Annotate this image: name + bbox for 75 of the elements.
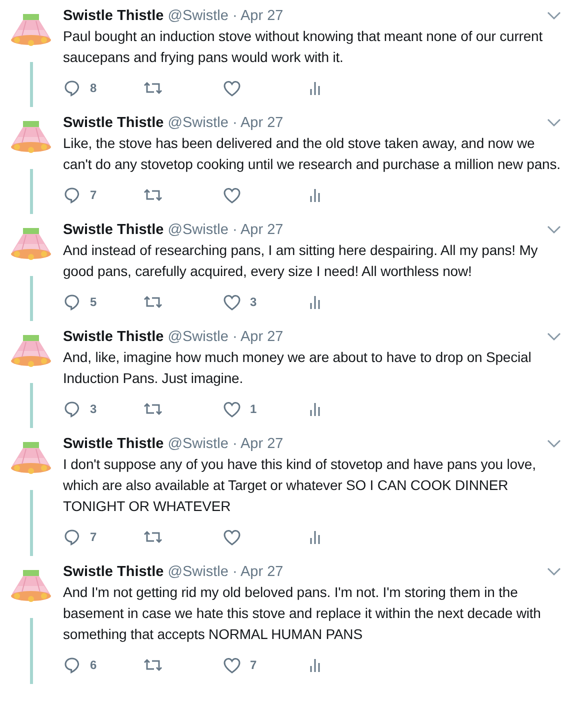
- reply-button[interactable]: 7: [63, 186, 97, 204]
- reply-button[interactable]: 3: [63, 400, 97, 418]
- tweet-date[interactable]: Apr 27: [240, 8, 284, 24]
- separator-dot: ·: [231, 222, 238, 238]
- reply-button[interactable]: 8: [63, 79, 97, 97]
- thread-line: [30, 618, 32, 684]
- tweet-text: And, like, imagine how much money we are about to have to drop on Special Induction Pans. Just imagine.: [63, 348, 532, 388]
- chevron-down-icon[interactable]: [547, 11, 561, 20]
- tweet-date[interactable]: Apr 27: [240, 329, 284, 345]
- reply-button[interactable]: 5: [63, 293, 97, 311]
- author-name[interactable]: Swistle Thistle: [63, 329, 164, 345]
- analytics-icon[interactable]: [309, 657, 321, 673]
- retweet-icon[interactable]: [143, 528, 163, 546]
- analytics-icon[interactable]: [309, 401, 321, 417]
- author-name[interactable]: Swistle Thistle: [63, 222, 164, 238]
- retweet-icon[interactable]: [143, 293, 163, 311]
- author-handle[interactable]: @Swistle: [168, 115, 228, 131]
- reply-icon: [63, 79, 81, 97]
- heart-icon: [223, 656, 241, 674]
- heart-icon: [223, 80, 241, 96]
- reply-button[interactable]: 6: [63, 656, 97, 674]
- retweet-icon[interactable]: [143, 400, 163, 418]
- tweet-date[interactable]: Apr 27: [240, 115, 284, 131]
- reply-icon: [63, 528, 81, 546]
- like-button[interactable]: 3: [223, 293, 257, 311]
- like-button[interactable]: 1: [223, 400, 257, 418]
- analytics-icon[interactable]: [309, 80, 321, 96]
- tweet-text: And I'm not getting rid my old beloved pans. I'm not. I'm storing them in the basement in case we hate this stove and replace it within the next decade with something that accepts NORMAL HUMAN PANS: [63, 583, 542, 644]
- chevron-down-icon[interactable]: [547, 567, 561, 576]
- chevron-down-icon[interactable]: [547, 439, 561, 448]
- thread-line: [30, 169, 32, 214]
- analytics-icon[interactable]: [309, 187, 321, 203]
- separator-dot: ·: [231, 8, 238, 24]
- author-handle[interactable]: @Swistle: [168, 8, 228, 24]
- thread-line: [30, 490, 32, 556]
- heart-icon: [223, 528, 241, 546]
- retweet-icon[interactable]: [143, 186, 163, 204]
- heart-icon: [223, 186, 241, 204]
- retweet-icon[interactable]: [143, 656, 163, 674]
- separator-dot: ·: [231, 329, 238, 345]
- heart-icon: [223, 400, 241, 418]
- author-handle[interactable]: @Swistle: [168, 329, 228, 345]
- tweet-date[interactable]: Apr 27: [240, 436, 284, 452]
- analytics-icon[interactable]: [309, 294, 321, 310]
- separator-dot: ·: [231, 436, 238, 452]
- reply-icon: [63, 293, 81, 311]
- tweet-text: Paul bought an induction stove without knowing that meant none of our current saucepans and frying pans would work with it.: [63, 27, 544, 67]
- author-handle[interactable]: @Swistle: [168, 436, 228, 452]
- reply-icon: [63, 400, 81, 418]
- author-name[interactable]: Swistle Thistle: [63, 8, 164, 24]
- reply-icon: [63, 186, 81, 204]
- author-handle[interactable]: @Swistle: [168, 564, 228, 580]
- tweet-text: Like, the stove has been delivered and the old stove taken away, and now we can't do any stovetop cooking until we research and purchase a million new pans.: [63, 134, 561, 174]
- like-button[interactable]: 7: [223, 656, 257, 674]
- author-name[interactable]: Swistle Thistle: [63, 564, 164, 580]
- tweet-text: And instead of researching pans, I am sitting here despairing. All my pans! My good pans, carefully acquired, every size I need! All worthless now!: [63, 241, 539, 281]
- author-name[interactable]: Swistle Thistle: [63, 436, 164, 452]
- author-handle[interactable]: @Swistle: [168, 222, 228, 238]
- analytics-icon[interactable]: [309, 529, 321, 545]
- separator-dot: ·: [231, 564, 238, 580]
- author-name[interactable]: Swistle Thistle: [63, 115, 164, 131]
- thread-line: [30, 383, 32, 428]
- chevron-down-icon[interactable]: [547, 225, 561, 234]
- reply-button[interactable]: 7: [63, 528, 97, 546]
- tweet-date[interactable]: Apr 27: [240, 222, 284, 238]
- tweet-date[interactable]: Apr 27: [240, 564, 284, 580]
- reply-icon: [63, 656, 81, 674]
- retweet-icon[interactable]: [143, 79, 163, 97]
- tweet-text: I don't suppose any of you have this kind of stovetop and have pans you love, which are also available at Target or whatever SO I CAN COOK DINNER TONIGHT OR WHATEVER: [63, 455, 537, 516]
- thread-line: [30, 276, 32, 321]
- heart-icon: [223, 294, 241, 310]
- chevron-down-icon[interactable]: [547, 332, 561, 341]
- chevron-down-icon[interactable]: [547, 118, 561, 127]
- thread-line: [30, 62, 32, 107]
- separator-dot: ·: [231, 115, 238, 131]
